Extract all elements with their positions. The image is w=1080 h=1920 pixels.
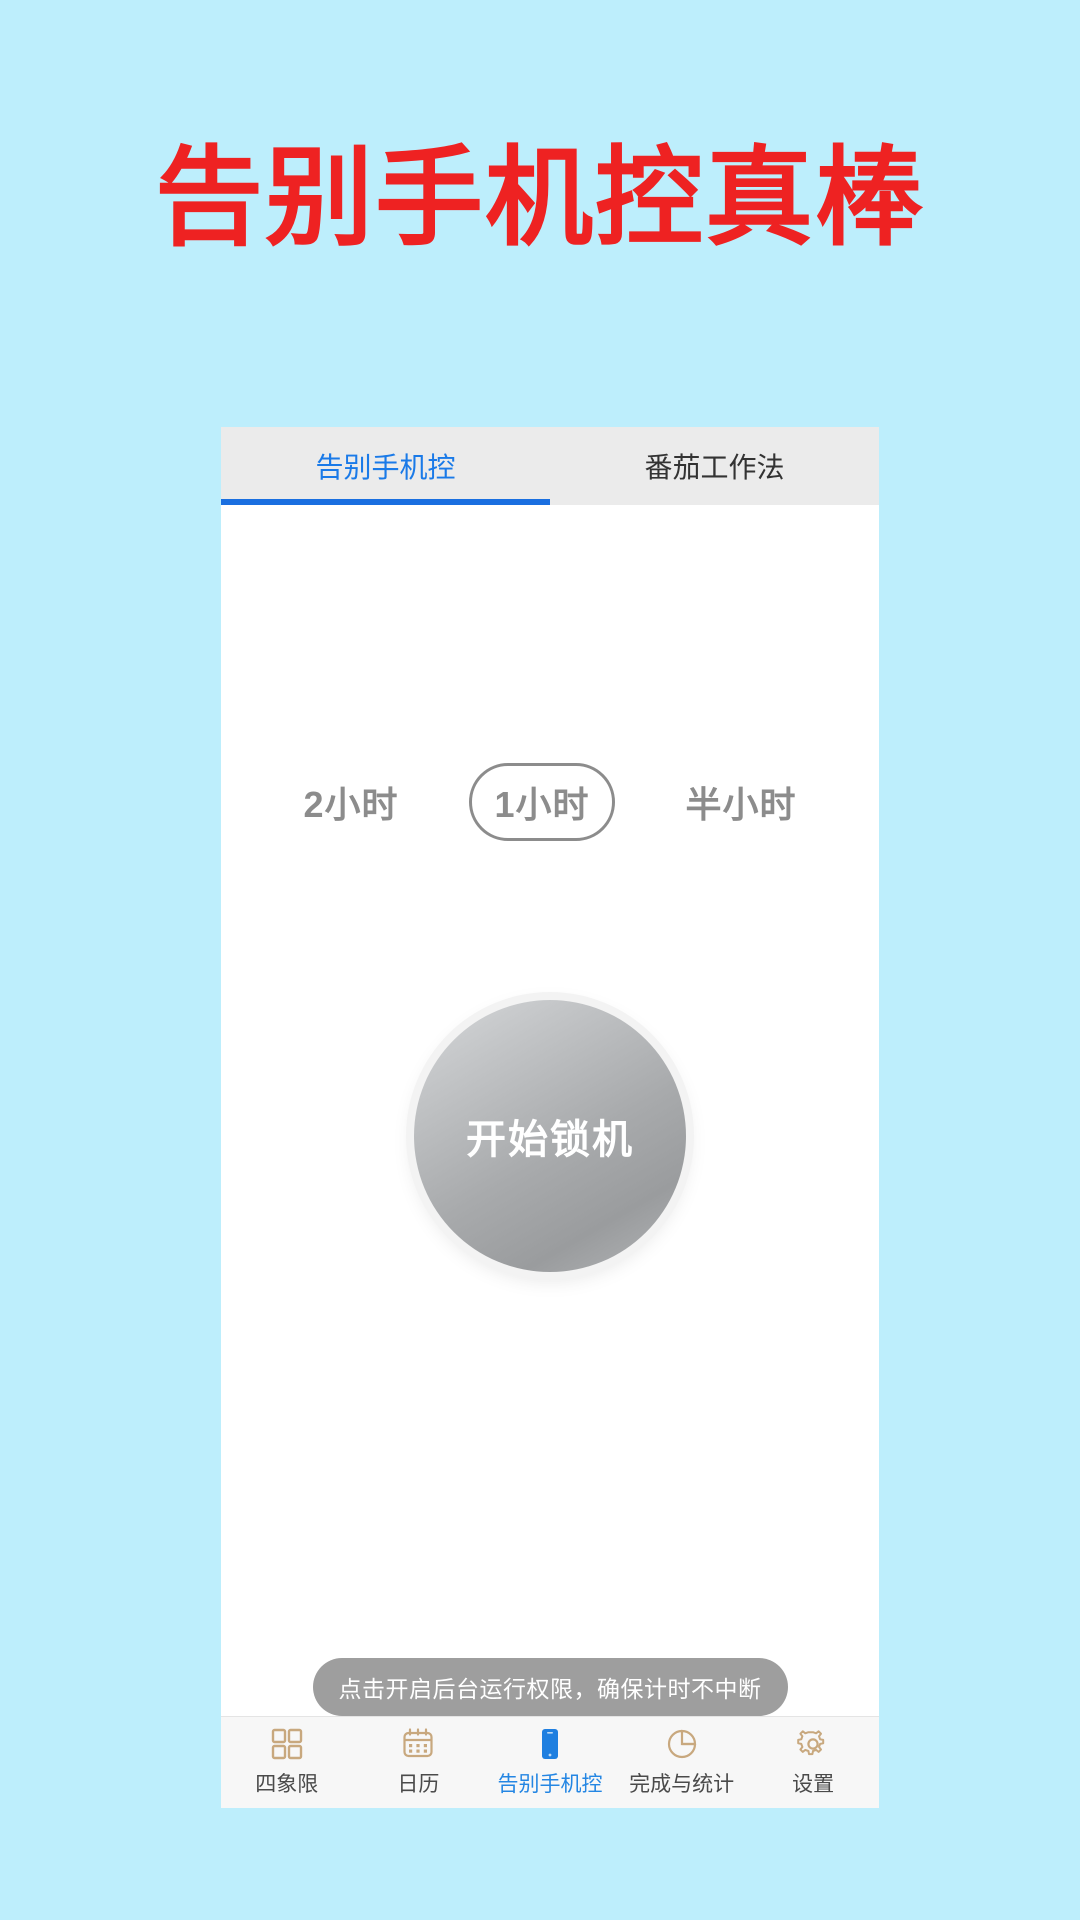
tab-lock-phone[interactable]: 告别手机控	[221, 427, 550, 505]
nav-item-settings[interactable]: 设置	[747, 1717, 879, 1808]
background-permission-hint-label: 点击开启后台运行权限，确保计时不中断	[338, 1676, 762, 1702]
background-permission-hint[interactable]: 点击开启后台运行权限，确保计时不中断	[312, 1658, 788, 1716]
nav-item-quadrants[interactable]: 四象限	[221, 1717, 353, 1808]
start-lock-button[interactable]: 开始锁机	[414, 1000, 686, 1272]
nav-item-settings-label: 设置	[792, 1773, 835, 1796]
nav-item-calendar[interactable]: 日历	[353, 1717, 485, 1808]
tab-lock-phone-label: 告别手机控	[315, 452, 456, 483]
top-tab-bar: 告别手机控 番茄工作法	[221, 427, 879, 505]
grid-icon	[270, 1727, 304, 1761]
duration-option-2h[interactable]: 2小时	[278, 763, 423, 841]
app-body: 2小时 1小时 半小时 开始锁机 点击开启后台运行权限，确保计时不中断 四象限 …	[221, 505, 879, 1808]
nav-item-stats[interactable]: 完成与统计	[616, 1717, 748, 1808]
gear-icon	[796, 1727, 830, 1761]
nav-item-lock-phone-label: 告别手机控	[497, 1773, 603, 1796]
duration-option-half-hour-label: 半小时	[685, 784, 797, 825]
phone-icon	[533, 1727, 567, 1761]
duration-option-2h-label: 2小时	[303, 784, 399, 825]
duration-option-1h-label: 1小时	[494, 784, 590, 825]
hint-container: 点击开启后台运行权限，确保计时不中断	[221, 1658, 879, 1716]
start-lock-button-label: 开始锁机	[466, 1118, 634, 1162]
app-screenshot-card: 告别手机控 番茄工作法 2小时 1小时 半小时 开始锁机 点击开启后台运行权限，…	[221, 427, 879, 1808]
duration-option-half-hour[interactable]: 半小时	[661, 763, 822, 841]
pie-chart-icon	[665, 1727, 699, 1761]
nav-item-calendar-label: 日历	[397, 1773, 440, 1796]
screen-root: 告别手机控真棒 告别手机控 番茄工作法 2小时 1小时 半小时 开始锁机 点击开…	[0, 0, 1080, 1920]
tab-pomodoro-label: 番茄工作法	[644, 452, 785, 483]
tab-pomodoro[interactable]: 番茄工作法	[550, 427, 879, 505]
page-title: 告别手机控真棒	[154, 137, 925, 258]
duration-selector: 2小时 1小时 半小时	[221, 763, 879, 841]
calendar-icon	[401, 1727, 435, 1761]
duration-option-1h[interactable]: 1小时	[469, 763, 615, 841]
bottom-navigation-bar: 四象限 日历 告别手机控 完成与统计 设置	[221, 1716, 879, 1808]
nav-item-lock-phone[interactable]: 告别手机控	[484, 1717, 616, 1808]
lock-button-container: 开始锁机	[221, 1000, 879, 1272]
nav-item-stats-label: 完成与统计	[629, 1773, 735, 1796]
nav-item-quadrants-label: 四象限	[255, 1773, 319, 1796]
